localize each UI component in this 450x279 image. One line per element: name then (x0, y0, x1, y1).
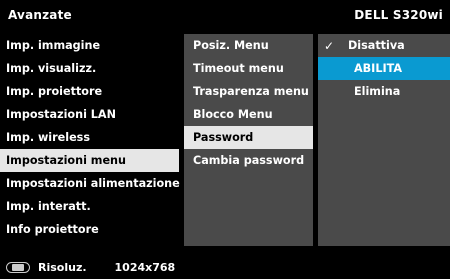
menu-item-imp-proiettore[interactable]: Imp. proiettore (0, 80, 179, 103)
status-bar: Risoluz. 1024x768 (0, 256, 450, 279)
option-abilita[interactable]: ABILITA (318, 57, 450, 80)
menu-title: Avanzate (8, 8, 72, 22)
submenu-item-trasparenza-menu[interactable]: Trasparenza menu (184, 80, 313, 103)
menu-item-imp-immagine[interactable]: Imp. immagine (0, 34, 179, 57)
option-disattiva[interactable]: ✓ Disattiva (318, 34, 450, 57)
options-panel: ✓ Disattiva ABILITA Elimina (318, 34, 450, 246)
option-label: ABILITA (354, 62, 403, 75)
submenu-item-timeout-menu[interactable]: Timeout menu (184, 57, 313, 80)
submenu-item-blocco-menu[interactable]: Blocco Menu (184, 103, 313, 126)
main-menu: Imp. immagine Imp. visualizz. Imp. proie… (0, 34, 180, 252)
checkmark-icon: ✓ (324, 38, 335, 53)
resolution-label: Risoluz. (38, 261, 87, 274)
monitor-icon (6, 261, 32, 274)
model-name: DELL S320wi (354, 8, 443, 22)
submenu-item-posiz-menu[interactable]: Posiz. Menu (184, 34, 313, 57)
submenu-item-password[interactable]: Password (184, 126, 313, 149)
resolution-value: 1024x768 (114, 261, 176, 274)
menu-item-imp-visualizz[interactable]: Imp. visualizz. (0, 57, 179, 80)
menu-item-impostazioni-lan[interactable]: Impostazioni LAN (0, 103, 179, 126)
menu-item-imp-wireless[interactable]: Imp. wireless (0, 126, 179, 149)
option-label: Disattiva (348, 39, 405, 52)
osd-menu: Avanzate DELL S320wi Imp. immagine Imp. … (0, 0, 450, 279)
menu-item-info-proiettore[interactable]: Info proiettore (0, 218, 179, 241)
option-elimina[interactable]: Elimina (318, 80, 450, 103)
submenu-item-cambia-password[interactable]: Cambia password (184, 149, 313, 172)
menu-item-imp-interatt[interactable]: Imp. interatt. (0, 195, 179, 218)
option-label: Elimina (354, 85, 401, 98)
menu-item-impostazioni-menu[interactable]: Impostazioni menu (0, 149, 179, 172)
menu-item-impostazioni-alimentazione[interactable]: Impostazioni alimentazione (0, 172, 180, 195)
title-bar: Avanzate DELL S320wi (0, 0, 450, 30)
sub-menu: Posiz. Menu Timeout menu Trasparenza men… (184, 34, 313, 246)
